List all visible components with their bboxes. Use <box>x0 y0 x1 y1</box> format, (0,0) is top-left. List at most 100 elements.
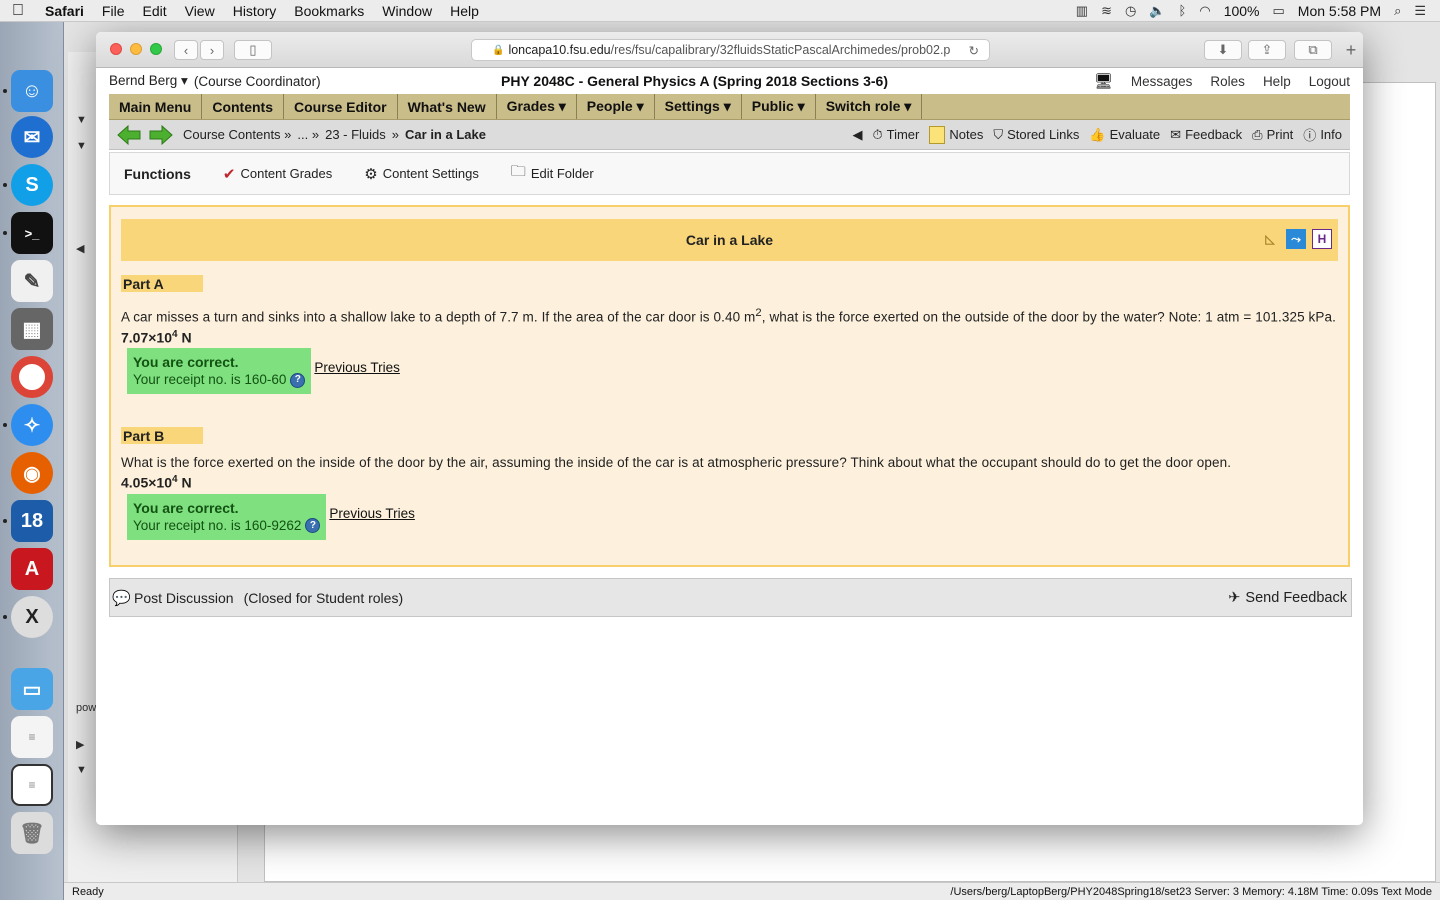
tabs-overview-icon[interactable]: ⧉ <box>1294 40 1332 60</box>
address-bar[interactable]: 🔒 loncapa10.fsu.edu /res/fsu/capalibrary… <box>471 39 990 61</box>
next-resource-icon[interactable] <box>149 124 173 145</box>
timer-tool[interactable]: ⏱ Timer <box>872 127 919 143</box>
finder-icon[interactable]: ☺ <box>11 70 53 112</box>
menu-people[interactable]: People ▾ <box>577 94 655 119</box>
menu-main-menu[interactable]: Main Menu <box>109 94 203 119</box>
monitor-icon[interactable]: 🖥 <box>1094 72 1113 90</box>
volume-icon[interactable]: 🔈 <box>1149 3 1165 19</box>
menu-course-editor[interactable]: Course Editor <box>284 94 398 119</box>
close-window-button[interactable] <box>110 43 122 55</box>
thunderbird-icon[interactable]: ✉ <box>11 116 53 158</box>
problem-title: Car in a Lake <box>685 232 774 248</box>
document-icon[interactable]: ≡ <box>11 716 53 758</box>
menu-app-name[interactable]: Safari <box>36 3 93 19</box>
menu-public[interactable]: Public ▾ <box>742 94 816 119</box>
folder-icon[interactable]: ▭ <box>11 668 53 710</box>
breadcrumb-course-contents[interactable]: Course Contents » <box>183 127 291 142</box>
menu-settings[interactable]: Settings ▾ <box>655 94 742 119</box>
triangle-icon[interactable]: ▼ <box>76 764 87 776</box>
apple-menu-icon[interactable]:  <box>0 2 36 20</box>
menu-contents[interactable]: Contents <box>202 94 285 119</box>
safari-icon[interactable]: ✧ <box>11 404 53 446</box>
menu-view[interactable]: View <box>176 3 224 19</box>
skype-icon[interactable]: S <box>11 164 53 206</box>
trash-icon[interactable]: 🗑 <box>11 812 53 854</box>
wifi-icon[interactable]: ◠ <box>1199 3 1210 19</box>
notes-tool[interactable]: Notes <box>929 125 983 144</box>
activity-icon[interactable]: ▥ <box>1076 3 1088 19</box>
help-question-icon[interactable]: ? <box>290 372 306 388</box>
sidebar-toggle-icon[interactable]: ▯ <box>234 40 272 60</box>
feedback-tool[interactable]: ✉ Feedback <box>1170 127 1242 143</box>
part-b-previous-tries-link[interactable]: Previous Tries <box>329 506 415 521</box>
triangle-icon[interactable]: ▼ <box>76 140 87 152</box>
calculator-icon[interactable]: ▦ <box>11 308 53 350</box>
print-tool[interactable]: ⎙ Print <box>1252 127 1293 143</box>
edit-folder-link[interactable]: 🗀 Edit Folder <box>511 161 594 186</box>
airplay-icon[interactable]: ≋ <box>1101 3 1112 19</box>
roles-link[interactable]: Roles <box>1210 74 1245 89</box>
breadcrumb-folder[interactable]: 23 - Fluids <box>325 127 386 142</box>
new-tab-icon[interactable]: + <box>1340 40 1362 60</box>
menu-file[interactable]: File <box>93 3 134 19</box>
notification-center-icon[interactable]: ☰ <box>1414 3 1426 19</box>
help-link[interactable]: Help <box>1263 74 1291 89</box>
feedback-icon: ✉ <box>1170 126 1182 142</box>
menu-history[interactable]: History <box>224 3 286 19</box>
battery-percent[interactable]: 100% <box>1224 3 1260 19</box>
collapse-tools-icon[interactable]: ◀ <box>852 127 862 143</box>
spotlight-icon[interactable]: ⌕ <box>1394 3 1401 19</box>
menu-grades[interactable]: Grades ▾ <box>497 94 577 119</box>
battery-icon[interactable]: ▭ <box>1273 3 1285 19</box>
menu-whats-new[interactable]: What's New <box>398 94 497 119</box>
minimize-window-button[interactable] <box>130 43 142 55</box>
chrome-icon[interactable] <box>11 356 53 398</box>
share-icon[interactable]: ⇪ <box>1248 40 1286 60</box>
clock[interactable]: Mon 5:58 PM <box>1298 3 1381 19</box>
time-machine-icon[interactable]: ◷ <box>1125 3 1136 19</box>
menu-help[interactable]: Help <box>441 3 488 19</box>
info-tool[interactable]: ⓘ Info <box>1303 125 1342 144</box>
hint-h-icon[interactable]: H <box>1312 229 1332 249</box>
previous-resource-icon[interactable] <box>117 124 141 145</box>
document-icon[interactable]: ≡ <box>11 764 53 806</box>
menu-window[interactable]: Window <box>373 3 441 19</box>
part-b-receipt-row: Your receipt no. is 160-9262? <box>133 517 321 535</box>
reload-icon[interactable]: ↻ <box>969 43 979 58</box>
terminal-icon[interactable]: >_ <box>11 212 53 254</box>
edit-folder-label: Edit Folder <box>530 166 594 181</box>
part-a-previous-tries-link[interactable]: Previous Tries <box>314 360 400 375</box>
triangle-icon[interactable]: ▼ <box>76 114 87 126</box>
breadcrumb-ellipsis[interactable]: ... » <box>297 127 319 142</box>
stored-links-tool[interactable]: ⛉ Stored Links <box>993 127 1079 143</box>
downloads-icon[interactable]: ⬇ <box>1204 40 1242 60</box>
back-icon[interactable]: ‹ <box>174 40 198 60</box>
content-settings-link[interactable]: ⚙ Content Settings <box>364 165 479 183</box>
user-name[interactable]: Bernd Berg ▾ <box>109 73 188 89</box>
content-grades-link[interactable]: ✔ Content Grades <box>223 165 332 183</box>
menubar-status-area: ▥ ≋ ◷ 🔈 ᛒ ◠ 100% ▭ Mon 5:58 PM ⌕ ☰ <box>1076 3 1440 19</box>
x11-icon[interactable]: X <box>11 596 53 638</box>
triangle-icon[interactable]: ◀ <box>76 242 84 255</box>
evaluate-tool[interactable]: 👍 Evaluate <box>1089 127 1160 143</box>
acrobat-icon[interactable]: A <box>11 548 53 590</box>
triangle-ruler-icon[interactable]: ◺ <box>1260 229 1280 249</box>
forward-icon[interactable]: › <box>200 40 224 60</box>
graph-icon[interactable]: ⤳ <box>1286 229 1306 249</box>
help-question-icon[interactable]: ? <box>305 518 321 534</box>
firefox-icon[interactable]: ◉ <box>11 452 53 494</box>
menu-switch-role[interactable]: Switch role ▾ <box>816 94 923 119</box>
zoom-window-button[interactable] <box>150 43 162 55</box>
calendar-18-icon[interactable]: 18 <box>11 500 53 542</box>
printer-icon: ⎙ <box>1252 126 1263 142</box>
messages-link[interactable]: Messages <box>1131 74 1193 89</box>
textedit-icon[interactable]: ✎ <box>11 260 53 302</box>
send-feedback-link[interactable]: ✈ Send Feedback <box>1228 590 1347 606</box>
print-label: Print <box>1266 127 1294 142</box>
triangle-icon[interactable]: ▶ <box>76 738 84 751</box>
menu-edit[interactable]: Edit <box>133 3 175 19</box>
menu-bookmarks[interactable]: Bookmarks <box>285 3 373 19</box>
logout-link[interactable]: Logout <box>1309 74 1350 89</box>
bluetooth-icon[interactable]: ᛒ <box>1179 3 1187 18</box>
post-discussion-link[interactable]: Post Discussion <box>134 590 234 606</box>
